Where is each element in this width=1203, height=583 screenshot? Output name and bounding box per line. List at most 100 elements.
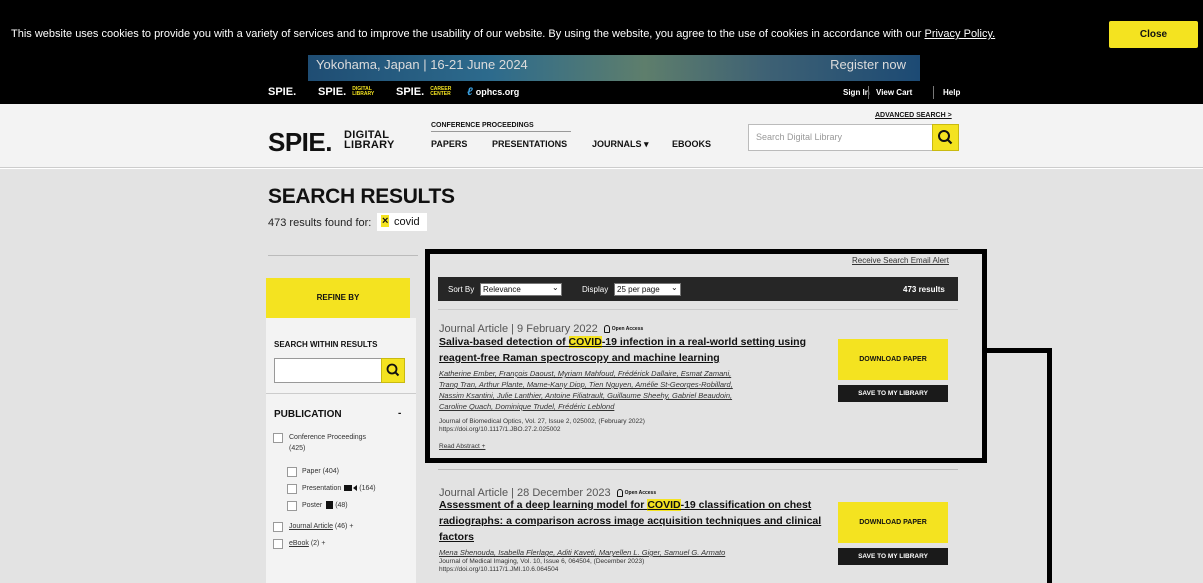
filter-name: Conference Proceedings: [289, 434, 367, 441]
save-to-library-button[interactable]: SAVE TO MY LIBRARY: [838, 548, 948, 565]
search-icon: [938, 130, 953, 145]
sub2: CENTER: [430, 91, 451, 98]
filter-checkbox-journal-article[interactable]: [273, 522, 283, 532]
filter-checkbox-ebook[interactable]: [273, 539, 283, 549]
filter-count: (46) +: [334, 523, 354, 530]
highlight-frame: [425, 249, 987, 463]
site-header: [0, 104, 1203, 168]
filter-count: (164): [359, 485, 376, 492]
search-placeholder: Search Digital Library: [756, 132, 843, 142]
banner-location: Yokohama, Japan | 16-21 June 2024: [316, 57, 528, 72]
filter-checkbox-poster[interactable]: [287, 501, 297, 511]
nav-journals[interactable]: JOURNALS ▾: [592, 139, 649, 150]
download-paper-button[interactable]: DOWNLOAD PAPER: [838, 502, 948, 543]
divider: [438, 469, 958, 470]
sidebar-divider: [266, 393, 416, 394]
banner-register-link[interactable]: Register now: [830, 57, 906, 72]
logo-sub2: LIBRARY: [344, 139, 395, 151]
conference-proceedings-label: CONFERENCE PROCEEDINGS: [431, 122, 534, 129]
filter-label-journal-article[interactable]: Journal Article (46) +: [289, 521, 353, 532]
spie-career-sub: CAREER CENTER: [430, 87, 451, 97]
lock-icon: [616, 489, 623, 498]
doi-link[interactable]: https://doi.org/10.1117/1.JMI.10.6.06450…: [439, 566, 558, 573]
refine-by-header: REFINE BY: [266, 278, 410, 318]
nav-divider: [933, 86, 934, 99]
poster-icon: [326, 501, 334, 510]
title-part: factors: [439, 531, 475, 543]
top-navigation: [0, 81, 1203, 104]
filter-label-poster: Poster (48): [302, 500, 348, 511]
promo-banner[interactable]: Yokohama, Japan | 16-21 June 2024 Regist…: [308, 55, 920, 81]
title-part: radiographs: a comparison across image a…: [439, 515, 822, 527]
highlight-connector-horizontal: [987, 348, 1052, 353]
spie-digital-label: SPIE.: [318, 86, 347, 98]
author-line[interactable]: Mena Shenouda, Isabella Flerlage, Aditi …: [439, 548, 725, 557]
publication-collapse-toggle[interactable]: -: [398, 408, 401, 419]
banner-background-right: [920, 55, 1203, 81]
remove-query-icon[interactable]: ×: [381, 215, 390, 227]
privacy-policy-link[interactable]: Privacy Policy.: [924, 28, 995, 40]
cookie-close-button[interactable]: Close: [1109, 21, 1198, 48]
result-title[interactable]: Assessment of a deep learning model for …: [439, 497, 821, 545]
title-highlight: COVID: [647, 499, 681, 511]
filter-count: (2) +: [310, 540, 326, 547]
search-within-input[interactable]: [274, 358, 382, 383]
spie-digital-library-link[interactable]: SPIE. DIGITAL LIBRARY: [318, 86, 374, 98]
conference-divider: [431, 131, 571, 132]
result-authors[interactable]: Mena Shenouda, Isabella Flerlage, Aditi …: [439, 547, 725, 558]
query-chip-text: covid: [394, 216, 420, 228]
ophcs-icon: ℓ: [467, 86, 473, 98]
divider: [268, 255, 418, 256]
journal-info: Journal of Medical Imaging, Vol. 10, Iss…: [439, 558, 645, 565]
filter-label-conference-proceedings: Conference Proceedings (425): [289, 432, 366, 454]
filter-count: (48): [335, 502, 348, 509]
spie-career-label: SPIE.: [396, 86, 425, 98]
highlight-connector-vertical: [1047, 348, 1052, 583]
nav-presentations[interactable]: PRESENTATIONS: [492, 139, 567, 149]
search-within-label: SEARCH WITHIN RESULTS: [274, 340, 378, 349]
cookie-message: This website uses cookies to provide you…: [11, 28, 922, 40]
filter-label-presentation: Presentation (164): [302, 483, 376, 494]
filter-count: (425): [289, 445, 306, 452]
filter-name: Paper: [302, 468, 321, 475]
title-part: Assessment of a deep learning model for: [439, 499, 648, 511]
publication-heading: PUBLICATION: [274, 409, 342, 420]
spie-link-label: SPIE.: [268, 86, 297, 98]
filter-label-ebook[interactable]: eBook (2) +: [289, 538, 325, 549]
result-citation: Journal of Medical Imaging, Vol. 10, Iss…: [439, 558, 644, 574]
filter-label-paper: Paper (404): [302, 466, 339, 477]
ophcs-label: ophcs.org: [475, 87, 520, 97]
sign-in-link[interactable]: Sign In: [843, 88, 870, 97]
banner-background-left: [0, 55, 308, 81]
search-within-button[interactable]: [381, 358, 405, 383]
filter-count: (404): [322, 468, 339, 475]
page-title: SEARCH RESULTS: [268, 185, 455, 208]
filter-checkbox-presentation[interactable]: [287, 484, 297, 494]
ophcs-link[interactable]: ℓ ophcs.org: [467, 86, 519, 98]
search-icon: [386, 363, 400, 377]
video-icon-lens: [353, 485, 358, 492]
filter-name[interactable]: eBook: [289, 540, 309, 547]
digital-library-logo-text: DIGITAL LIBRARY: [344, 130, 395, 151]
filter-name: Presentation: [302, 485, 342, 492]
nav-ebooks[interactable]: EBOOKS: [672, 139, 711, 149]
spie-link[interactable]: SPIE.: [268, 86, 296, 98]
filter-name[interactable]: Journal Article: [289, 523, 333, 530]
title-part: -19 classification on chest: [680, 499, 812, 511]
open-access-badge: Open Access: [624, 490, 657, 497]
filter-checkbox-conference-proceedings[interactable]: [273, 433, 283, 443]
cookie-text: This website uses cookies to provide you…: [11, 28, 995, 40]
filter-name: Poster: [302, 502, 323, 509]
search-button[interactable]: [932, 124, 959, 151]
view-cart-link[interactable]: View Cart: [876, 88, 912, 97]
nav-papers[interactable]: PAPERS: [431, 139, 467, 149]
results-count-text: 473 results found for:: [268, 217, 372, 229]
video-icon: [344, 485, 353, 492]
spie-career-center-link[interactable]: SPIE. CAREER CENTER: [396, 86, 451, 98]
advanced-search-link[interactable]: ADVANCED SEARCH >: [875, 112, 952, 119]
filter-checkbox-paper[interactable]: [287, 467, 297, 477]
sub2: LIBRARY: [352, 91, 375, 98]
nav-divider: [868, 86, 869, 99]
help-link[interactable]: Help: [943, 88, 960, 97]
spie-logo[interactable]: SPIE.: [268, 127, 332, 158]
